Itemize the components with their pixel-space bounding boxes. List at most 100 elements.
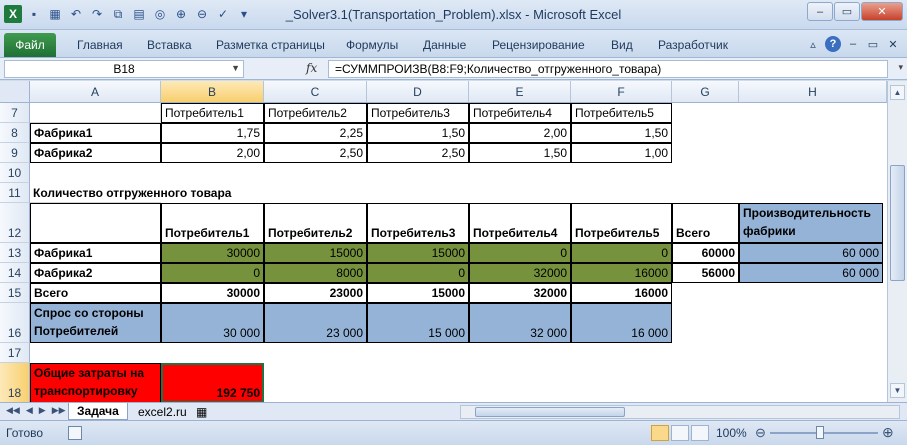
- zoom-slider[interactable]: [770, 432, 878, 434]
- horizontal-scroll-thumb[interactable]: [475, 407, 625, 417]
- sheet-tab-excel2[interactable]: excel2.ru: [130, 403, 195, 420]
- tab-formulas[interactable]: Формулы: [346, 38, 398, 52]
- column-header-d[interactable]: D: [367, 81, 469, 103]
- scroll-up-icon[interactable]: ▲: [890, 85, 905, 100]
- column-header-f[interactable]: F: [571, 81, 672, 103]
- cell-a11[interactable]: Количество отгруженного товара: [30, 183, 231, 203]
- last-sheet-icon[interactable]: ▶▶: [52, 405, 66, 416]
- cell-e13[interactable]: 0: [469, 243, 571, 263]
- cell-e15[interactable]: 32000: [469, 283, 571, 303]
- macro-record-icon[interactable]: [68, 426, 82, 440]
- chevron-down-icon[interactable]: ▼: [231, 63, 240, 73]
- maximize-button[interactable]: ▭: [834, 2, 860, 21]
- cell-f9[interactable]: 1,00: [571, 143, 672, 163]
- cell-f16[interactable]: 16 000: [571, 303, 672, 343]
- doc-close-icon[interactable]: ✕: [885, 36, 901, 52]
- vertical-scrollbar[interactable]: ▲ ▼: [887, 81, 907, 402]
- cell-c8[interactable]: 2,25: [264, 123, 367, 143]
- column-header-e[interactable]: E: [469, 81, 571, 103]
- row-header-15[interactable]: 15: [0, 283, 30, 303]
- close-button[interactable]: ✕: [861, 2, 903, 21]
- row-header-17[interactable]: 17: [0, 343, 30, 363]
- cell-e12[interactable]: Потребитель4: [469, 203, 571, 243]
- cell-d9[interactable]: 2,50: [367, 143, 469, 163]
- prev-sheet-icon[interactable]: ◀: [26, 405, 33, 416]
- cell-f13[interactable]: 0: [571, 243, 672, 263]
- cell-g12[interactable]: Всего: [672, 203, 739, 243]
- zoom-slider-knob[interactable]: [816, 426, 824, 439]
- cell-h13[interactable]: 60 000: [739, 243, 883, 263]
- cell-g13[interactable]: 60000: [672, 243, 739, 263]
- cell-e16[interactable]: 32 000: [469, 303, 571, 343]
- cell-d15[interactable]: 15000: [367, 283, 469, 303]
- sheet-tab-zadacha[interactable]: Задача: [68, 403, 128, 420]
- page-layout-view-icon[interactable]: [671, 425, 689, 441]
- next-sheet-icon[interactable]: ▶: [39, 405, 46, 416]
- cell-a7[interactable]: [30, 103, 161, 123]
- cell-f12[interactable]: Потребитель5: [571, 203, 672, 243]
- cell-f14[interactable]: 16000: [571, 263, 672, 283]
- normal-view-icon[interactable]: [651, 425, 669, 441]
- tab-page-layout[interactable]: Разметка страницы: [216, 38, 325, 52]
- expand-formula-bar-icon[interactable]: ▾: [898, 62, 903, 73]
- cell-c14[interactable]: 8000: [264, 263, 367, 283]
- cell-e9[interactable]: 1,50: [469, 143, 571, 163]
- cell-e14[interactable]: 32000: [469, 263, 571, 283]
- tab-insert[interactable]: Вставка: [147, 38, 192, 52]
- tab-home[interactable]: Главная: [77, 38, 123, 52]
- doc-restore-icon[interactable]: ▭: [865, 36, 881, 52]
- cell-c7[interactable]: Потребитель2: [264, 103, 367, 123]
- row-header-16[interactable]: 16: [0, 303, 30, 343]
- cell-b8[interactable]: 1,75: [161, 123, 264, 143]
- column-header-b[interactable]: B: [161, 81, 264, 103]
- cell-a12[interactable]: [30, 203, 161, 243]
- cell-c12[interactable]: Потребитель2: [264, 203, 367, 243]
- doc-minimize-icon[interactable]: –: [845, 36, 861, 52]
- cell-b13[interactable]: 30000: [161, 243, 264, 263]
- help-icon[interactable]: ?: [825, 36, 841, 52]
- column-header-g[interactable]: G: [672, 81, 739, 103]
- cell-d12[interactable]: Потребитель3: [367, 203, 469, 243]
- cell-a13[interactable]: Фабрика1: [30, 243, 161, 263]
- page-break-view-icon[interactable]: [691, 425, 709, 441]
- tab-review[interactable]: Рецензирование: [492, 38, 585, 52]
- cell-a9[interactable]: Фабрика2: [30, 143, 161, 163]
- cell-c15[interactable]: 23000: [264, 283, 367, 303]
- cell-a15[interactable]: Всего: [30, 283, 161, 303]
- cell-f8[interactable]: 1,50: [571, 123, 672, 143]
- row-header-7[interactable]: 7: [0, 103, 30, 123]
- row-header-8[interactable]: 8: [0, 123, 30, 143]
- tab-developer[interactable]: Разработчик: [658, 38, 728, 52]
- cell-d7[interactable]: Потребитель3: [367, 103, 469, 123]
- select-all-corner[interactable]: [0, 81, 30, 103]
- column-header-h[interactable]: H: [739, 81, 887, 103]
- cell-a16[interactable]: Спрос со стороны Потребителей: [30, 303, 161, 343]
- name-box[interactable]: B18 ▼: [4, 60, 244, 78]
- column-header-c[interactable]: C: [264, 81, 367, 103]
- cell-b9[interactable]: 2,00: [161, 143, 264, 163]
- cell-d16[interactable]: 15 000: [367, 303, 469, 343]
- cell-b16[interactable]: 30 000: [161, 303, 264, 343]
- row-header-14[interactable]: 14: [0, 263, 30, 283]
- zoom-level[interactable]: 100%: [716, 426, 747, 440]
- cell-c16[interactable]: 23 000: [264, 303, 367, 343]
- cell-a14[interactable]: Фабрика2: [30, 263, 161, 283]
- worksheet-grid[interactable]: A B C D E F G H 7 8 9 10 11 12 13 14 15 …: [0, 81, 887, 402]
- cell-a18[interactable]: Общие затраты на транспортировку: [30, 363, 161, 402]
- cell-a8[interactable]: Фабрика1: [30, 123, 161, 143]
- insert-function-icon[interactable]: fx: [306, 61, 317, 75]
- cell-d13[interactable]: 15000: [367, 243, 469, 263]
- row-header-12[interactable]: 12: [0, 203, 30, 243]
- cell-b14[interactable]: 0: [161, 263, 264, 283]
- cell-b15[interactable]: 30000: [161, 283, 264, 303]
- cell-c9[interactable]: 2,50: [264, 143, 367, 163]
- horizontal-scrollbar[interactable]: [460, 405, 900, 419]
- tab-view[interactable]: Вид: [611, 38, 633, 52]
- formula-input[interactable]: =СУММПРОИЗВ(B8:F9;Количество_отгруженног…: [328, 60, 888, 78]
- column-header-a[interactable]: A: [30, 81, 161, 103]
- cell-e7[interactable]: Потребитель4: [469, 103, 571, 123]
- row-header-9[interactable]: 9: [0, 143, 30, 163]
- tab-data[interactable]: Данные: [423, 38, 466, 52]
- minimize-button[interactable]: –: [807, 2, 833, 21]
- cell-f7[interactable]: Потребитель5: [571, 103, 672, 123]
